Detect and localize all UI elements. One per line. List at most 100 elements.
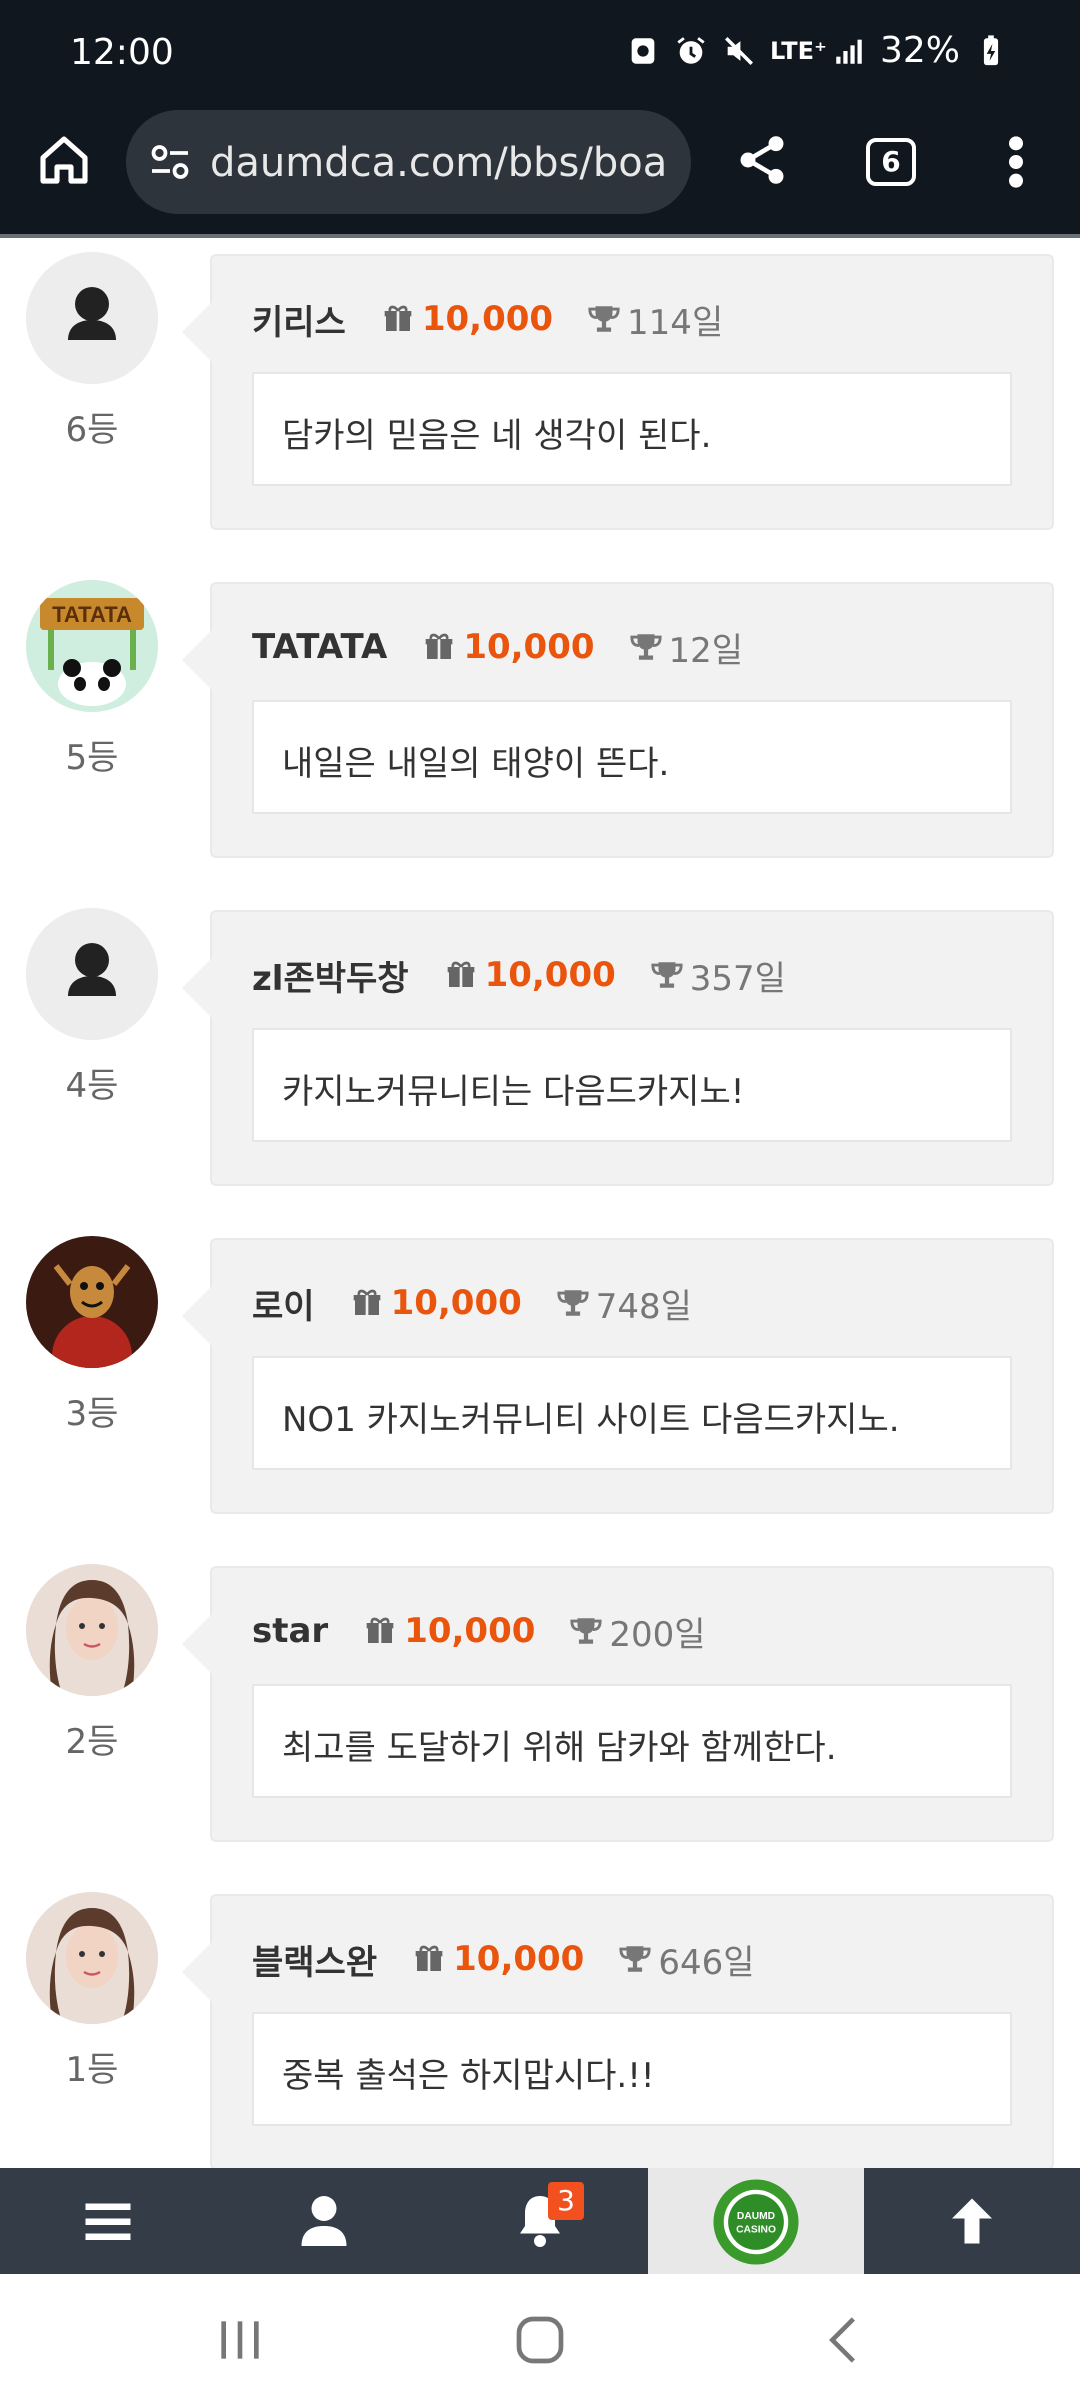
home-icon[interactable] <box>36 132 92 188</box>
arrow-up-icon <box>952 2198 992 2244</box>
comment-header: 키리스 10,000 114일 <box>252 295 724 344</box>
comment-header: TATATA 10,000 12일 <box>252 624 744 671</box>
cartoon-avatar[interactable] <box>26 1236 158 1368</box>
gift-icon <box>353 1289 380 1315</box>
url-text: daumdca.com/bbs/boa <box>210 140 668 186</box>
screenshot-icon <box>631 37 655 64</box>
attendance-entry: 6등 키리스 10,000 114일담카의 믿음은 네 생각이 된다. <box>0 252 1080 532</box>
comment-body: 담카의 믿음은 네 생각이 된다. <box>252 372 1012 486</box>
rank-label: 5등 <box>65 738 119 778</box>
back-icon[interactable] <box>816 2312 872 2368</box>
username[interactable]: 키리스 <box>252 295 346 344</box>
notifications-button[interactable]: 3 <box>432 2168 648 2274</box>
panda-avatar[interactable]: TATATA <box>26 580 158 712</box>
trophy-icon <box>651 962 683 988</box>
attendance-entry: 1등 블랙스완 10,000 646일중복 출석은 하지맙시다.!! <box>0 1892 1080 2168</box>
points-value: 10,000 <box>453 1939 585 1979</box>
points-value: 10,000 <box>390 1283 522 1323</box>
profile-button[interactable] <box>216 2168 432 2274</box>
system-navigation-bar <box>0 2274 1080 2400</box>
trophy-icon <box>619 1946 651 1972</box>
comment-body: 중복 출석은 하지맙시다.!! <box>252 2012 1012 2126</box>
logo-text-top: DAUMD <box>737 2211 775 2222</box>
notification-badge: 3 <box>548 2182 584 2220</box>
avatar-sign-text: TATATA <box>52 602 132 627</box>
rank-label: 2등 <box>65 1722 119 1762</box>
menu-button[interactable] <box>0 2168 216 2274</box>
comment-card: TATATA 10,000 12일내일은 내일의 태양이 뜬다. <box>182 582 1054 858</box>
attendance-entry: 3등 로이 10,000 748일 NO1 카지노커뮤니티 사이트 다음드카지노. <box>0 1236 1080 1516</box>
comment-text: 최고를 도달하기 위해 담카와 함께한다. <box>282 1728 837 1768</box>
share-icon[interactable] <box>734 130 790 190</box>
gift-icon <box>415 1945 443 1971</box>
comment-header: zl존박두창 10,000 357일 <box>252 951 786 1000</box>
logo-text-bottom: CASINO <box>736 2224 776 2235</box>
status-icons: LTE⁺ 32% <box>626 30 1008 71</box>
attendance-entry: TATATA 5등 TATATA 10,000 12일내일은 내일의 태양이 뜬다. <box>0 580 1080 860</box>
streak-days: 114일 <box>627 302 724 343</box>
attendance-entry: 4등 zl존박두창 10,000 357일카지노커뮤니티는 다음드카지노! <box>0 908 1080 1188</box>
site-logo-button[interactable]: DAUMD CASINO <box>648 2168 864 2274</box>
comment-card: zl존박두창 10,000 357일카지노커뮤니티는 다음드카지노! <box>182 910 1054 1186</box>
points-value: 10,000 <box>421 299 554 339</box>
battery-percent: 32% <box>879 30 960 71</box>
trophy-icon <box>629 634 662 660</box>
default-avatar[interactable] <box>26 252 158 384</box>
user-icon <box>301 2196 347 2246</box>
tab-switcher-button[interactable]: 6 <box>866 138 916 186</box>
username[interactable]: TATATA <box>252 627 387 667</box>
attendance-entry: 2등 star 10,000 200일최고를 도달하기 위해 담카와 함께한다. <box>0 1564 1080 1844</box>
points-value: 10,000 <box>463 627 595 667</box>
status-bar: 12:00 LTE⁺ 32% <box>0 0 1080 100</box>
comment-body: 내일은 내일의 태양이 뜬다. <box>252 700 1012 814</box>
username[interactable]: 로이 <box>252 1279 315 1328</box>
comment-card: star 10,000 200일최고를 도달하기 위해 담카와 함께한다. <box>182 1566 1054 1842</box>
comment-body: 카지노커뮤니티는 다음드카지노! <box>252 1028 1012 1142</box>
more-options-icon[interactable] <box>1004 134 1028 190</box>
rank-label: 1등 <box>65 2050 119 2090</box>
default-avatar[interactable] <box>26 908 158 1040</box>
streak-days: 646일 <box>658 1942 755 1983</box>
comment-card: 키리스 10,000 114일담카의 믿음은 네 생각이 된다. <box>182 254 1054 530</box>
site-settings-icon[interactable] <box>148 144 192 180</box>
alarm-icon <box>677 36 705 64</box>
site-bottom-nav: 3 DAUMD CASINO <box>0 2168 1080 2274</box>
points-value: 10,000 <box>404 1611 536 1651</box>
trophy-icon <box>588 306 620 332</box>
comment-text: 카지노커뮤니티는 다음드카지노! <box>282 1072 745 1112</box>
hamburger-menu-icon <box>85 2203 131 2240</box>
gift-icon <box>366 1617 394 1643</box>
address-bar[interactable]: daumdca.com/bbs/boa <box>126 110 691 214</box>
username[interactable]: star <box>252 1611 328 1651</box>
trophy-icon <box>557 1290 589 1316</box>
streak-days: 12일 <box>668 630 744 671</box>
comment-text: 내일은 내일의 태양이 뜬다. <box>282 744 670 784</box>
photo-avatar[interactable] <box>26 1564 158 1696</box>
photo-avatar[interactable] <box>26 1892 158 2024</box>
scroll-top-button[interactable] <box>864 2168 1080 2274</box>
status-time: 12:00 <box>70 32 174 73</box>
points-value: 10,000 <box>484 955 616 995</box>
comment-header: star 10,000 200일 <box>252 1608 706 1655</box>
comment-header: 블랙스완 10,000 646일 <box>252 1935 755 1984</box>
signal-icon <box>836 39 862 64</box>
streak-days: 200일 <box>609 1614 706 1655</box>
comment-text: 중복 출석은 하지맙시다.!! <box>282 2056 655 2096</box>
mute-icon <box>724 36 753 65</box>
gift-icon <box>384 305 412 331</box>
recent-apps-icon[interactable] <box>212 2312 268 2368</box>
comment-header: 로이 10,000 748일 <box>252 1279 692 1328</box>
rank-label: 3등 <box>65 1394 119 1434</box>
comment-card: 로이 10,000 748일 NO1 카지노커뮤니티 사이트 다음드카지노. <box>182 1238 1054 1514</box>
gift-icon <box>447 961 474 987</box>
rank-label: 6등 <box>65 410 119 450</box>
home-nav-icon[interactable] <box>512 2312 568 2368</box>
streak-days: 357일 <box>689 958 786 999</box>
streak-days: 748일 <box>595 1286 692 1327</box>
daumd-casino-logo: DAUMD CASINO <box>713 2179 799 2265</box>
username[interactable]: 블랙스완 <box>252 1935 377 1984</box>
rank-label: 4등 <box>65 1066 119 1106</box>
browser-toolbar: daumdca.com/bbs/boa 6 <box>0 100 1080 234</box>
username[interactable]: zl존박두창 <box>252 951 409 1000</box>
comment-card: 블랙스완 10,000 646일중복 출석은 하지맙시다.!! <box>182 1894 1054 2168</box>
